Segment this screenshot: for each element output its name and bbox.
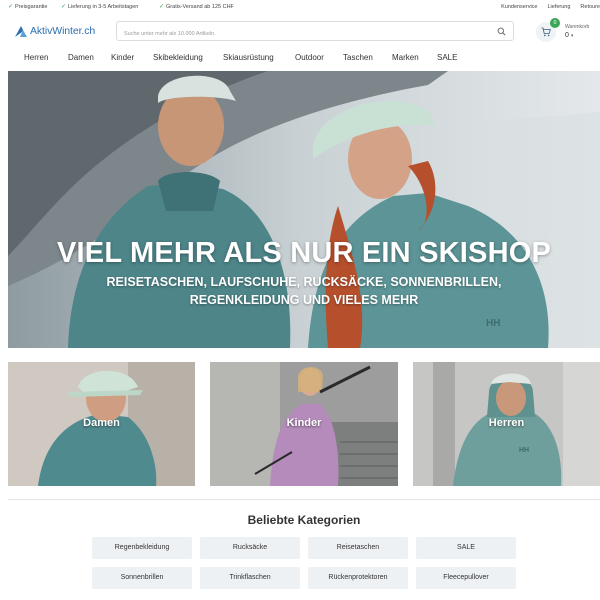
category-chip[interactable]: Fleecepullover [416, 567, 516, 589]
top-bar: ✓ Preisgarantie ✓ Lieferung in 3-5 Arbei… [0, 0, 600, 15]
logo-text: AktivWinter.ch [30, 25, 96, 37]
category-chip[interactable]: Regenbekleidung [92, 537, 192, 559]
header: AktivWinter.ch 0 Warenkorb 0▾ [0, 15, 600, 47]
usp-label: Lieferung in 3-5 Arbeitstagen [68, 4, 139, 10]
tile-kinder[interactable]: Kinder [210, 362, 398, 486]
hero-subtitle-line: REGENKLEIDUNG UND VIELES MEHR [189, 293, 419, 307]
nav-item-taschen[interactable]: Taschen [343, 53, 373, 62]
cart-count-badge: 0 [550, 18, 560, 28]
usp-item: ✓ Gratis-Versand ab 125 CHF [159, 4, 234, 10]
returns-link[interactable]: Retoure [580, 4, 600, 10]
check-icon: ✓ [159, 4, 165, 10]
hero-subtitle: REISETASCHEN, LAUFSCHUHE, RUCKSÄCKE, SON… [8, 273, 600, 309]
check-icon: ✓ [61, 4, 67, 10]
category-chip[interactable]: Sonnenbrillen [92, 567, 192, 589]
category-chip[interactable]: Rucksäcke [200, 537, 300, 559]
search-input[interactable] [117, 25, 477, 43]
tile-label: Damen [83, 417, 120, 429]
tile-herren[interactable]: HH Herren [413, 362, 600, 486]
logo[interactable]: AktivWinter.ch [14, 24, 95, 38]
search-box [116, 21, 514, 43]
logo-mountain-icon [15, 26, 27, 37]
nav-item-sale[interactable]: SALE [437, 53, 457, 62]
cart-icon [541, 27, 551, 37]
nav-item-skiausruestung[interactable]: Skiausrüstung [223, 53, 274, 62]
tile-label: Herren [488, 417, 525, 429]
category-chip[interactable]: SALE [416, 537, 516, 559]
popular-categories-title: Beliebte Kategorien [247, 513, 361, 527]
tile-damen[interactable]: Damen [8, 362, 195, 486]
search-icon[interactable] [497, 27, 506, 36]
nav-item-skibekleidung[interactable]: Skibekleidung [153, 53, 203, 62]
divider [8, 499, 600, 500]
nav-item-damen[interactable]: Damen [68, 53, 94, 62]
usp-label: Preisgarantie [15, 4, 48, 10]
usp-item: ✓ Lieferung in 3-5 Arbeitstagen [61, 4, 138, 10]
customer-service-link[interactable]: Kundenservice [501, 4, 537, 10]
nav-item-herren[interactable]: Herren [24, 53, 48, 62]
nav-item-marken[interactable]: Marken [392, 53, 419, 62]
nav-item-outdoor[interactable]: Outdoor [295, 53, 324, 62]
usp-item: ✓ Preisgarantie [8, 4, 47, 10]
svg-text:HH: HH [519, 447, 529, 454]
hero-banner[interactable]: HH VIEL MEHR ALS NUR EIN SKISHOP REISETA… [8, 71, 600, 348]
check-icon: ✓ [8, 4, 14, 10]
cart-value-text: 0 [565, 32, 569, 39]
top-links: Kundenservice Lieferung Retoure [501, 4, 600, 10]
svg-text:HH: HH [486, 318, 500, 329]
hero-title: VIEL MEHR ALS NUR EIN SKISHOP [56, 237, 552, 269]
hero-subtitle-line: REISETASCHEN, LAUFSCHUHE, RUCKSÄCKE, SON… [106, 275, 502, 289]
cart-button[interactable]: 0 Warenkorb 0 ▾ [536, 18, 596, 45]
cart-value: 0 ▾ [565, 32, 573, 39]
nav-item-kinder[interactable]: Kinder [111, 53, 134, 62]
category-chip[interactable]: Trinkflaschen [200, 567, 300, 589]
tile-label: Kinder [286, 417, 322, 429]
category-chip[interactable]: Reisetaschen [308, 537, 408, 559]
delivery-link[interactable]: Lieferung [547, 4, 570, 10]
category-chip[interactable]: Rückenprotektoren [308, 567, 408, 589]
chevron-down-icon: ▾ [570, 33, 574, 39]
cart-label: Warenkorb [565, 24, 590, 30]
usp-label: Gratis-Versand ab 125 CHF [166, 4, 234, 10]
main-nav: Herren Damen Kinder Skibekleidung Skiaus… [0, 50, 600, 66]
